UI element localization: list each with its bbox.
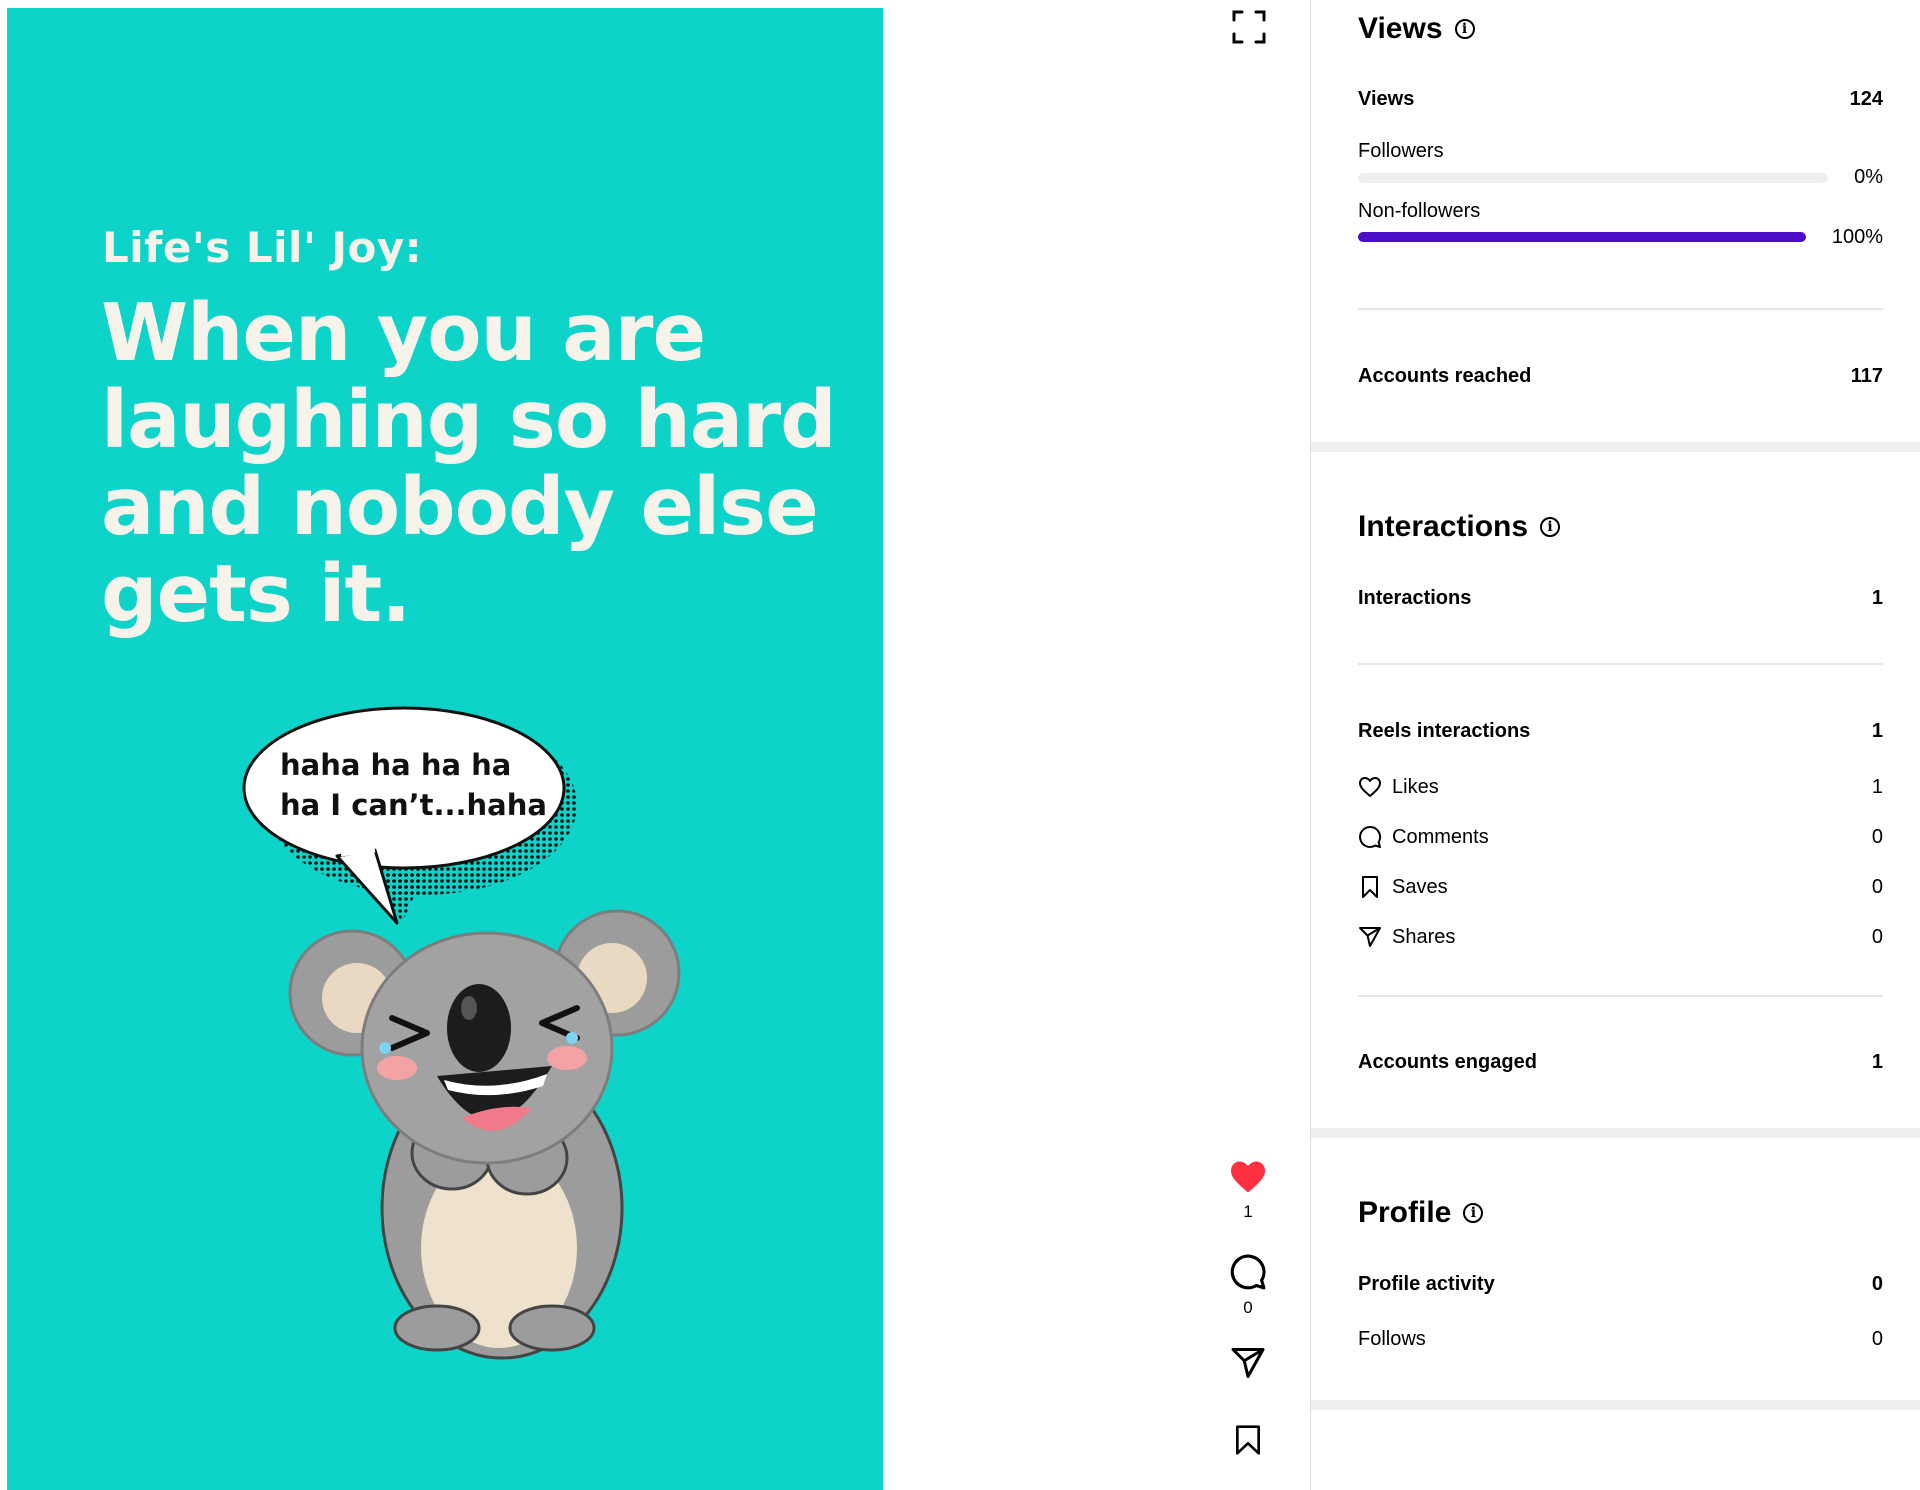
reels-interactions-label: Reels interactions bbox=[1358, 720, 1531, 742]
divider bbox=[1358, 995, 1883, 997]
like-button[interactable] bbox=[1228, 1157, 1268, 1197]
nonfollowers-bar-fill bbox=[1358, 232, 1806, 242]
follows-value: 0 bbox=[1871, 1328, 1883, 1350]
saves-value: 0 bbox=[1871, 875, 1883, 898]
comment-button[interactable] bbox=[1228, 1252, 1268, 1292]
info-icon[interactable]: i bbox=[1540, 517, 1561, 537]
profile-activity-value: 0 bbox=[1871, 1273, 1883, 1295]
heart-filled-icon bbox=[1231, 1161, 1265, 1193]
interactions-label: Interactions bbox=[1358, 587, 1472, 609]
views-row: Views 124 bbox=[1358, 88, 1883, 111]
interactions-section-title: Interactions i bbox=[1358, 510, 1561, 544]
likes-value: 1 bbox=[1871, 775, 1883, 798]
likes-count: 1 bbox=[1243, 1202, 1253, 1221]
nonfollowers-label: Non-followers bbox=[1358, 200, 1481, 222]
speech-bubble-line: haha ha ha ha bbox=[280, 748, 512, 782]
accounts-engaged-row: Accounts engaged 1 bbox=[1358, 1051, 1883, 1074]
shares-label: Shares bbox=[1392, 925, 1456, 948]
interactions-row: Interactions 1 bbox=[1358, 587, 1883, 610]
divider bbox=[1358, 308, 1883, 310]
comments-label: Comments bbox=[1392, 825, 1489, 848]
comment-icon bbox=[1359, 826, 1382, 848]
shares-row: Shares 0 bbox=[1358, 925, 1883, 949]
comments-row: Comments 0 bbox=[1358, 825, 1883, 849]
accounts-engaged-label: Accounts engaged bbox=[1358, 1051, 1537, 1073]
interactions-title: Interactions bbox=[1358, 510, 1529, 543]
section-separator bbox=[1311, 442, 1920, 452]
saves-label: Saves bbox=[1392, 875, 1448, 898]
nonfollowers-label-row: Non-followers bbox=[1358, 200, 1883, 223]
likes-row: Likes 1 bbox=[1358, 775, 1883, 799]
accounts-engaged-value: 1 bbox=[1871, 1051, 1883, 1073]
save-button[interactable] bbox=[1228, 1420, 1268, 1460]
reel-video[interactable]: Life's Lil' Joy: When you are laughing s… bbox=[7, 8, 883, 1490]
info-icon[interactable]: i bbox=[1463, 1203, 1484, 1223]
interactions-value: 1 bbox=[1871, 587, 1883, 609]
share-button[interactable] bbox=[1228, 1343, 1268, 1383]
followers-label: Followers bbox=[1358, 140, 1444, 162]
nonfollowers-bar bbox=[1358, 232, 1806, 242]
likes-label: Likes bbox=[1392, 775, 1439, 798]
accounts-reached-row: Accounts reached 117 bbox=[1358, 365, 1883, 388]
profile-activity-row: Profile activity 0 bbox=[1358, 1273, 1883, 1296]
share-icon bbox=[1359, 927, 1381, 947]
shares-value: 0 bbox=[1871, 925, 1883, 948]
followers-label-row: Followers bbox=[1358, 140, 1883, 163]
profile-activity-label: Profile activity bbox=[1358, 1273, 1495, 1295]
insights-panel: Views i Views 124 Followers 0% Non-follo… bbox=[1311, 0, 1920, 1490]
comments-count: 0 bbox=[1243, 1298, 1253, 1317]
views-title: Views bbox=[1358, 12, 1443, 45]
followers-bar bbox=[1358, 173, 1828, 183]
fullscreen-icon bbox=[1232, 10, 1266, 44]
followers-percent: 0% bbox=[1854, 166, 1883, 188]
views-section-title: Views i bbox=[1358, 12, 1475, 46]
speech-bubble-line: ha I can’t...haha bbox=[280, 788, 547, 822]
speech-bubble-text: haha ha ha ha ha I can’t...haha bbox=[280, 745, 560, 825]
profile-title: Profile bbox=[1358, 1196, 1452, 1229]
fullscreen-button[interactable] bbox=[1228, 6, 1270, 48]
bookmark-icon bbox=[1362, 876, 1378, 898]
reels-interactions-row: Reels interactions 1 bbox=[1358, 720, 1883, 743]
share-icon bbox=[1231, 1348, 1265, 1378]
views-value: 124 bbox=[1849, 88, 1883, 110]
divider bbox=[1358, 663, 1883, 665]
comment-icon bbox=[1230, 1254, 1266, 1290]
heart-icon bbox=[1359, 777, 1381, 797]
reels-interactions-value: 1 bbox=[1871, 720, 1883, 742]
section-separator bbox=[1311, 1128, 1920, 1138]
nonfollowers-percent: 100% bbox=[1831, 226, 1883, 248]
info-icon[interactable]: i bbox=[1454, 19, 1475, 39]
follows-label: Follows bbox=[1358, 1328, 1426, 1350]
accounts-reached-label: Accounts reached bbox=[1358, 365, 1532, 387]
section-separator bbox=[1311, 1400, 1920, 1410]
saves-row: Saves 0 bbox=[1358, 875, 1883, 899]
follows-row: Follows 0 bbox=[1358, 1328, 1883, 1351]
views-label: Views bbox=[1358, 88, 1415, 110]
comments-value: 0 bbox=[1871, 825, 1883, 848]
profile-section-title: Profile i bbox=[1358, 1196, 1484, 1230]
accounts-reached-value: 117 bbox=[1850, 365, 1883, 387]
bookmark-icon bbox=[1236, 1425, 1260, 1455]
